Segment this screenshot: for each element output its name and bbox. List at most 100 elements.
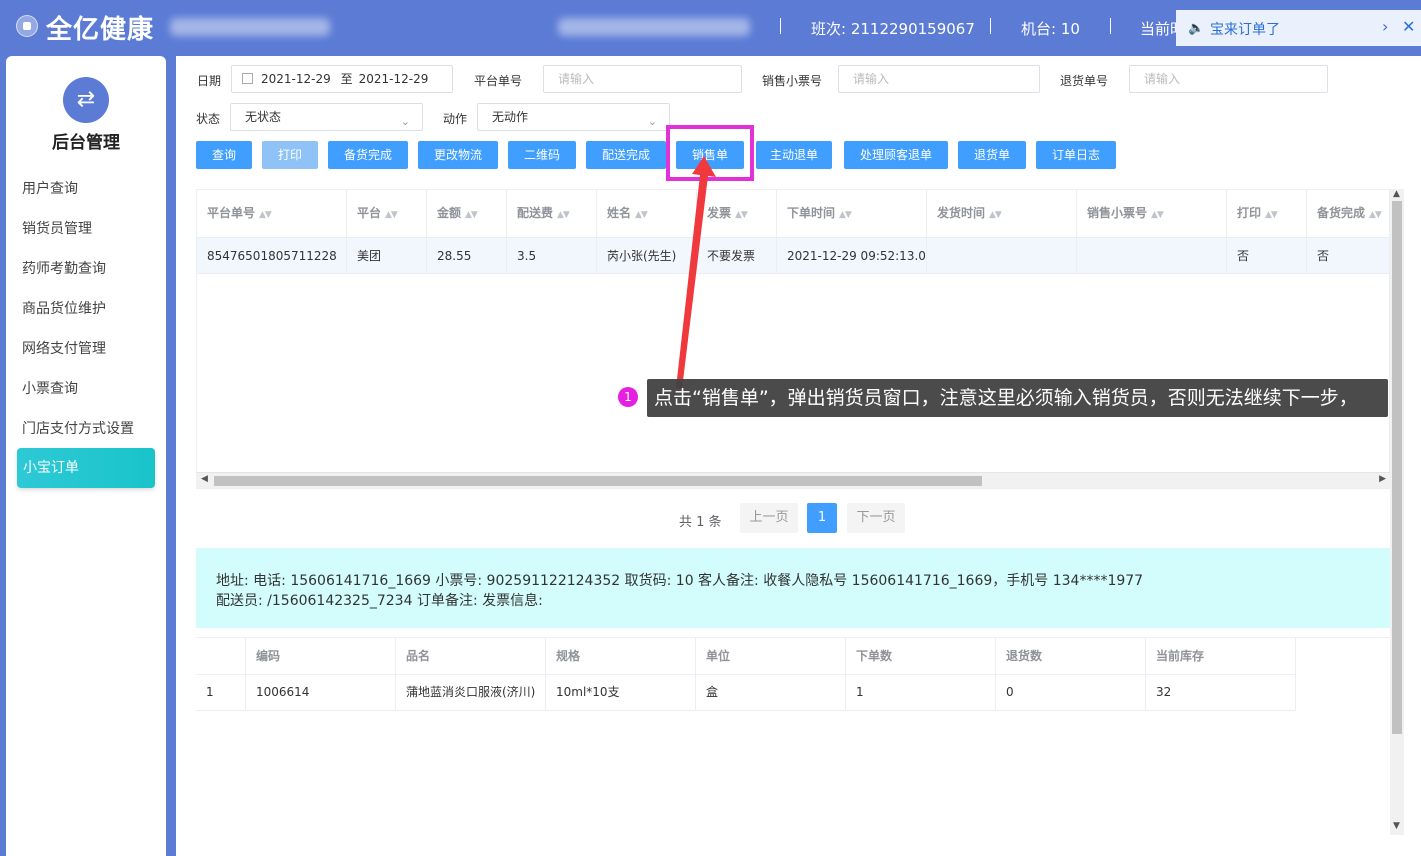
detail-column-header: 退货数 bbox=[996, 638, 1146, 675]
sidebar-item-user-query[interactable]: 用户查询 bbox=[22, 178, 78, 198]
action-select[interactable]: 无动作 ⌄ bbox=[477, 103, 670, 131]
column-header[interactable]: 销售小票号 ▲▼ bbox=[1077, 190, 1227, 238]
detail-cell-stock: 32 bbox=[1146, 675, 1296, 711]
cell-amount: 28.55 bbox=[427, 238, 507, 274]
date-label: 日期 bbox=[197, 74, 222, 88]
annotation-arrow bbox=[676, 156, 716, 389]
scroll-left-icon[interactable]: ◀ bbox=[201, 474, 208, 484]
column-label: 配送费 bbox=[517, 206, 554, 220]
action-value: 无动作 bbox=[492, 110, 529, 124]
annotation-tooltip: 点击“销售单”，弹出销货员窗口，注意这里必须输入销货员，否则无法继续下一步， bbox=[647, 379, 1388, 417]
status-select[interactable]: 无状态 ⌄ bbox=[230, 103, 423, 131]
column-header[interactable]: 打印 ▲▼ bbox=[1227, 190, 1307, 238]
scroll-down-icon[interactable]: ▼ bbox=[1393, 821, 1400, 831]
sidebar-item-goods-location[interactable]: 商品货位维护 bbox=[22, 298, 106, 318]
column-label: 平台 bbox=[357, 206, 382, 220]
scrollbar-thumb[interactable] bbox=[1392, 201, 1402, 734]
date-from: 2021-12-29 bbox=[261, 72, 331, 86]
detail-column-header: 当前库存 bbox=[1146, 638, 1296, 675]
date-separator: 至 bbox=[340, 72, 353, 86]
detail-cell-index: 1 bbox=[196, 675, 246, 711]
sidebar-item-online-payment[interactable]: 网络支付管理 bbox=[22, 338, 106, 358]
sort-icon[interactable]: ▲▼ bbox=[735, 192, 748, 238]
handle-customer-refund-button[interactable]: 处理顾客退单 bbox=[844, 141, 948, 169]
return-order-button[interactable]: 退货单 bbox=[958, 141, 1026, 169]
column-header[interactable]: 平台 ▲▼ bbox=[347, 190, 427, 238]
sort-icon[interactable]: ▲▼ bbox=[635, 192, 648, 238]
sort-icon[interactable]: ▲▼ bbox=[1151, 192, 1164, 238]
prev-page-button[interactable]: 上一页 bbox=[740, 503, 798, 533]
qrcode-button[interactable]: 二维码 bbox=[508, 141, 576, 169]
sidebar-item-ticket-query[interactable]: 小票查询 bbox=[22, 378, 78, 398]
column-header[interactable]: 备货完成 ▲▼ bbox=[1307, 190, 1389, 238]
sidebar-item-xiaobao-orders[interactable]: 小宝订单 bbox=[17, 448, 155, 488]
vertical-scrollbar[interactable]: ▲ ▼ bbox=[1390, 189, 1404, 835]
order-info-line-1: 地址: 电话: 15606141716_1669 小票号: 9025911221… bbox=[216, 573, 1144, 589]
platform-no-label: 平台单号 bbox=[474, 74, 523, 88]
sidebar-item-pharmacist-attendance[interactable]: 药师考勤查询 bbox=[22, 258, 106, 278]
divider bbox=[1110, 18, 1111, 34]
chevron-right-icon[interactable]: › bbox=[1382, 17, 1388, 36]
scrollbar-thumb[interactable] bbox=[214, 476, 982, 486]
brand-name: 全亿健康 bbox=[46, 15, 155, 45]
column-label: 姓名 bbox=[607, 206, 632, 220]
detail-column-header: 品名 bbox=[396, 638, 546, 675]
sort-icon[interactable]: ▲▼ bbox=[839, 192, 852, 238]
scroll-right-icon[interactable]: ▶ bbox=[1379, 474, 1386, 484]
detail-cell-unit: 盒 bbox=[696, 675, 846, 711]
status-value: 无状态 bbox=[245, 110, 282, 124]
horizontal-scrollbar[interactable]: ◀ ▶ bbox=[196, 472, 1390, 488]
column-label: 销售小票号 bbox=[1087, 206, 1148, 220]
column-label: 平台单号 bbox=[207, 206, 256, 220]
shift-info: 班次: 2112290159067 bbox=[811, 20, 975, 38]
sort-icon[interactable]: ▲▼ bbox=[557, 192, 570, 238]
sort-icon[interactable]: ▲▼ bbox=[465, 192, 478, 238]
detail-column-header: 编码 bbox=[246, 638, 396, 675]
step-number-badge: 1 bbox=[618, 387, 638, 407]
detail-column-header: 单位 bbox=[696, 638, 846, 675]
print-button[interactable]: 打印 bbox=[262, 141, 318, 169]
page-button-current[interactable]: 1 bbox=[807, 503, 837, 533]
cell-platform: 美团 bbox=[347, 238, 427, 274]
sidebar-item-payment-settings[interactable]: 门店支付方式设置 bbox=[22, 418, 134, 438]
platform-no-input[interactable]: 请输入 bbox=[543, 65, 742, 93]
column-header[interactable]: 平台单号 ▲▼ bbox=[197, 190, 347, 238]
admin-icon: ⇄ bbox=[63, 77, 109, 123]
column-header[interactable]: 发货时间 ▲▼ bbox=[927, 190, 1077, 238]
detail-cell-spec: 10ml*10支 bbox=[546, 675, 696, 711]
return-no-label: 退货单号 bbox=[1060, 74, 1109, 88]
return-no-input[interactable]: 请输入 bbox=[1129, 65, 1328, 93]
column-label: 打印 bbox=[1237, 206, 1262, 220]
detail-cell-code: 1006614 bbox=[246, 675, 396, 711]
column-label: 下单时间 bbox=[787, 206, 836, 220]
delivery-complete-button[interactable]: 配送完成 bbox=[586, 141, 666, 169]
detail-column-header bbox=[196, 638, 246, 675]
sort-icon[interactable]: ▲▼ bbox=[989, 192, 1002, 238]
sort-icon[interactable]: ▲▼ bbox=[385, 192, 398, 238]
detail-cell-order-qty: 1 bbox=[846, 675, 996, 711]
stock-ready-button[interactable]: 备货完成 bbox=[328, 141, 408, 169]
column-header[interactable]: 金额 ▲▼ bbox=[427, 190, 507, 238]
table-row[interactable]: 85476501805711228 美团 28.55 3.5 芮小张(先生) 不… bbox=[197, 238, 1389, 274]
query-button[interactable]: 查询 bbox=[196, 141, 252, 169]
scroll-up-icon[interactable]: ▲ bbox=[1393, 189, 1400, 199]
sort-icon[interactable]: ▲▼ bbox=[1265, 192, 1278, 238]
next-page-button[interactable]: 下一页 bbox=[847, 503, 905, 533]
date-to: 2021-12-29 bbox=[358, 72, 429, 86]
column-header[interactable]: 配送费 ▲▼ bbox=[507, 190, 597, 238]
main-content: 日期 2021-12-29 至 2021-12-29 平台单号 请输入 销售小票号… bbox=[176, 56, 1421, 856]
pager-total: 共 1 条 bbox=[679, 515, 722, 530]
sort-icon[interactable]: ▲▼ bbox=[1369, 192, 1382, 238]
order-log-button[interactable]: 订单日志 bbox=[1036, 141, 1116, 169]
column-header[interactable]: 下单时间 ▲▼ bbox=[777, 190, 927, 238]
order-info-panel: 地址: 电话: 15606141716_1669 小票号: 9025911221… bbox=[196, 548, 1390, 628]
sidebar-item-salesperson[interactable]: 销货员管理 bbox=[22, 218, 92, 238]
new-order-notification[interactable]: 🔈 宝来订单了 › ✕ bbox=[1176, 10, 1421, 46]
active-refund-button[interactable]: 主动退单 bbox=[756, 141, 832, 169]
sale-ticket-input[interactable]: 请输入 bbox=[838, 65, 1040, 93]
change-logistics-button[interactable]: 更改物流 bbox=[418, 141, 498, 169]
close-icon[interactable]: ✕ bbox=[1402, 17, 1415, 36]
sort-icon[interactable]: ▲▼ bbox=[259, 192, 272, 238]
column-label: 金额 bbox=[437, 206, 462, 220]
date-range-picker[interactable]: 2021-12-29 至 2021-12-29 bbox=[231, 65, 453, 93]
